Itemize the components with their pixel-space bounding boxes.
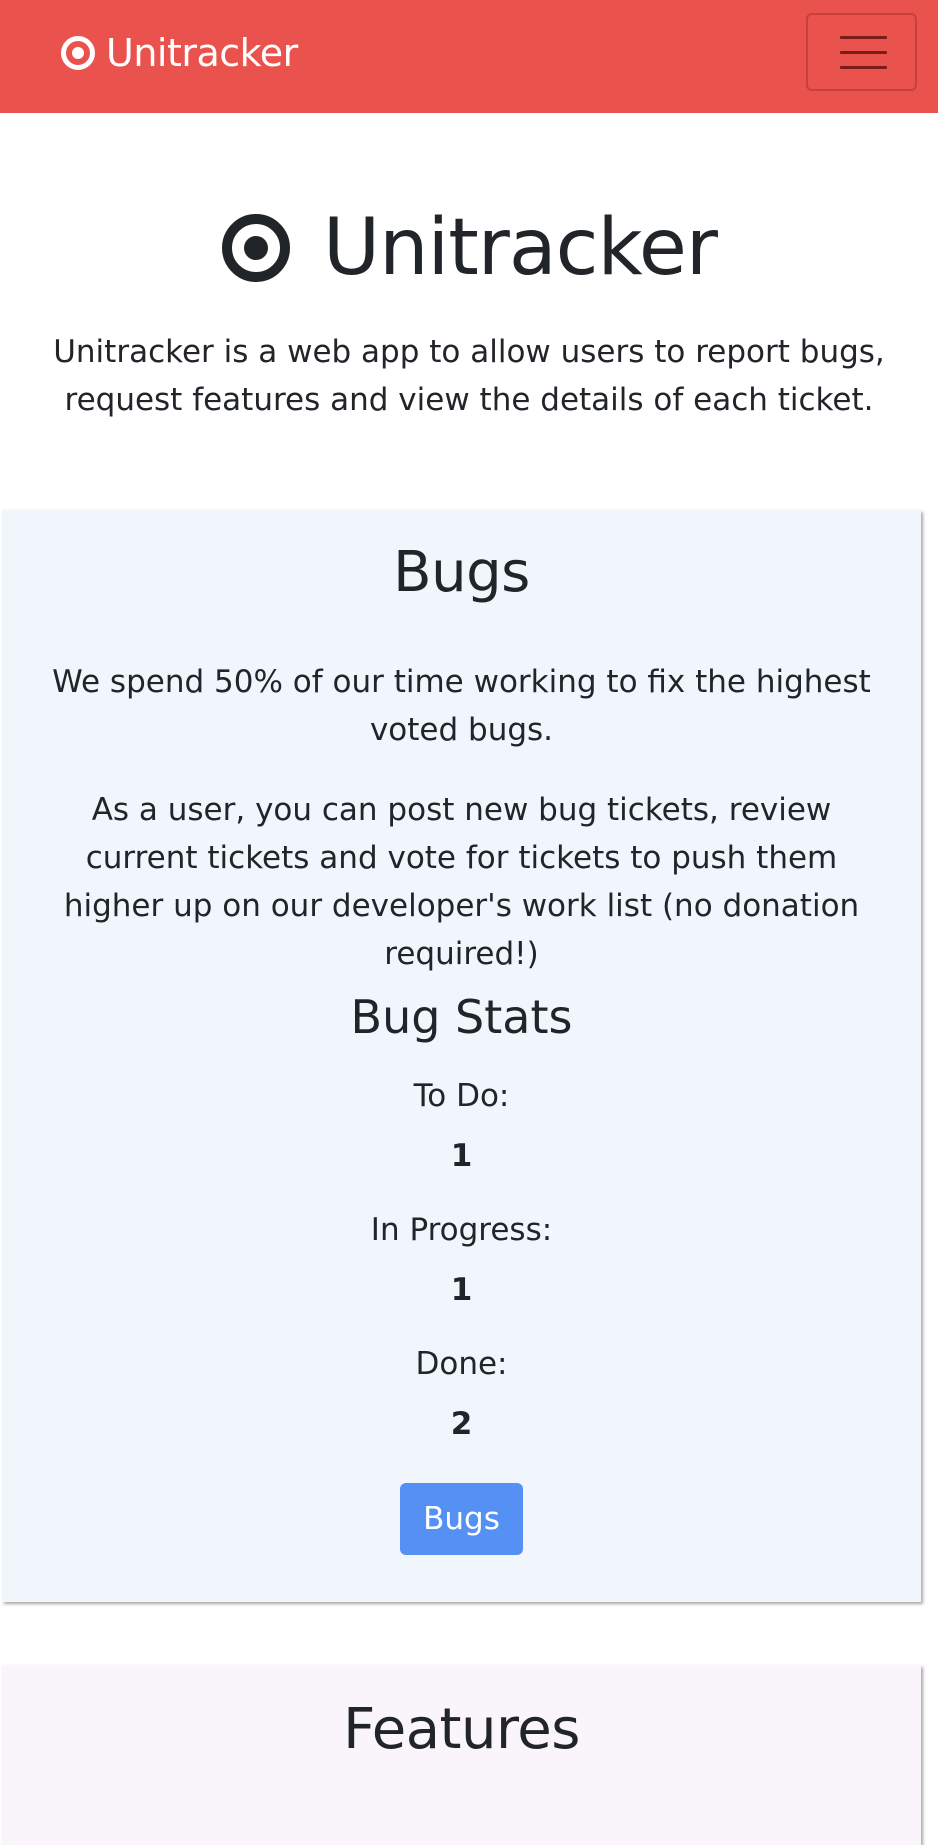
hero-description: Unitracker is a web app to allow users t… xyxy=(53,334,885,418)
navbar-toggler-button[interactable] xyxy=(806,13,917,91)
stat-label-done: Done: xyxy=(415,1346,508,1382)
navbar-brand[interactable]: Unitracker xyxy=(60,28,298,78)
bugs-button[interactable]: Bugs xyxy=(400,1483,523,1555)
page-title: Unitracker xyxy=(0,198,938,298)
stat-value-todo: 1 xyxy=(450,1138,473,1174)
navbar: Unitracker xyxy=(0,0,938,113)
features-card: Features xyxy=(2,1665,921,1845)
navbar-brand-label: Unitracker xyxy=(106,31,298,75)
stat-value-done: 2 xyxy=(450,1406,473,1442)
bugs-title: Bugs xyxy=(393,540,530,605)
features-title: Features xyxy=(343,1697,580,1762)
page-title-label: Unitracker xyxy=(323,203,718,293)
stat-value-in-progress: 1 xyxy=(450,1272,473,1308)
bugs-paragraph-1: We spend 50% of our time working to fix … xyxy=(52,664,871,748)
bug-stats-title: Bug Stats xyxy=(350,990,573,1044)
bullseye-icon xyxy=(61,36,95,70)
bugs-card: Bugs We spend 50% of our time working to… xyxy=(2,510,921,1602)
stat-label-in-progress: In Progress: xyxy=(370,1212,553,1248)
bugs-paragraph-2: As a user, you can post new bug tickets,… xyxy=(63,792,860,972)
bullseye-icon xyxy=(222,214,290,282)
stat-label-todo: To Do: xyxy=(413,1078,510,1114)
